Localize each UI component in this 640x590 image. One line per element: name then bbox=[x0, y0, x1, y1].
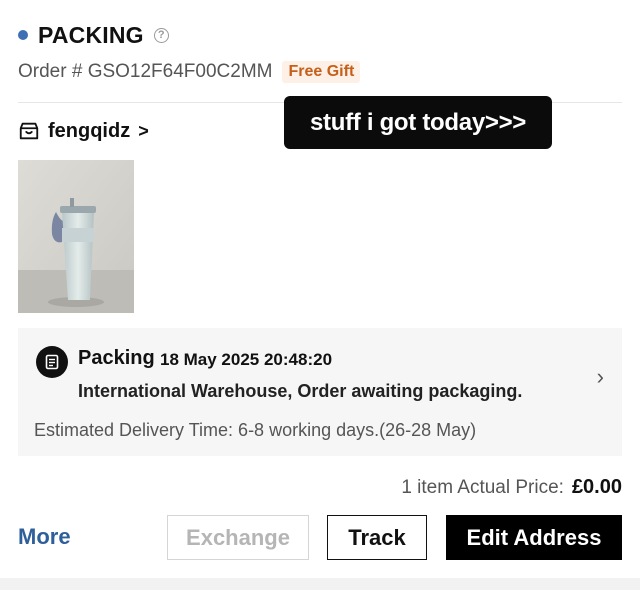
track-button[interactable]: Track bbox=[327, 515, 427, 560]
bottom-divider bbox=[0, 578, 640, 590]
order-status-header: PACKING ? bbox=[18, 20, 169, 50]
overlay-caption: stuff i got today>>> bbox=[284, 96, 552, 149]
order-number: Order # GSO12F64F00C2MM bbox=[18, 61, 273, 82]
tumbler-image bbox=[18, 160, 134, 313]
more-button[interactable]: More bbox=[18, 524, 71, 550]
store-name: fengqidz bbox=[48, 119, 131, 142]
free-gift-badge: Free Gift bbox=[282, 61, 361, 83]
chevron-right-icon: > bbox=[138, 120, 149, 141]
tracking-description: International Warehouse, Order awaiting … bbox=[78, 381, 523, 401]
exchange-button[interactable]: Exchange bbox=[167, 515, 309, 560]
question-mark-icon[interactable]: ? bbox=[153, 27, 169, 43]
tracking-card[interactable]: Packing 18 May 2025 20:48:20 Internation… bbox=[18, 328, 622, 456]
tracking-timestamp: 18 May 2025 20:48:20 bbox=[160, 350, 333, 369]
document-icon bbox=[36, 346, 68, 378]
store-link[interactable]: fengqidz > bbox=[18, 117, 149, 145]
tracking-status: Packing bbox=[78, 347, 155, 369]
price-summary: 1 item Actual Price: £0.00 bbox=[401, 476, 622, 502]
price-label: 1 item Actual Price: bbox=[401, 477, 564, 498]
store-icon bbox=[19, 122, 39, 140]
estimated-delivery: Estimated Delivery Time: 6-8 working day… bbox=[34, 420, 477, 440]
chevron-right-icon[interactable]: › bbox=[597, 364, 604, 390]
status-dot bbox=[18, 30, 28, 40]
price-value: £0.00 bbox=[571, 476, 622, 498]
product-thumbnail[interactable] bbox=[18, 160, 134, 313]
order-info-row: Order # GSO12F64F00C2MM Free Gift bbox=[18, 58, 361, 86]
status-title: PACKING bbox=[38, 21, 144, 48]
edit-address-button[interactable]: Edit Address bbox=[446, 515, 622, 560]
